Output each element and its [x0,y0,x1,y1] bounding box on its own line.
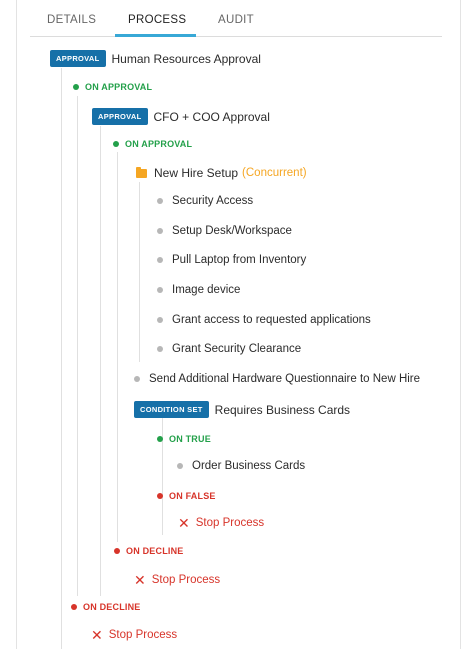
status-dot-icon [157,436,163,442]
status-dot-icon [71,604,77,610]
hr-approval-node[interactable]: APPROVAL Human Resources Approval [50,50,261,67]
tab-details[interactable]: DETAILS [47,14,96,26]
status-dot-icon [114,548,120,554]
status-dot-icon [157,493,163,499]
stop-process-node[interactable]: ✕ Stop Process [178,516,264,530]
on-false-branch[interactable]: ON FALSE [157,491,216,501]
status-dot-icon [157,346,163,352]
branch-label: ON DECLINE [83,602,141,612]
status-dot-icon [157,228,163,234]
on-decline-branch[interactable]: ON DECLINE [114,546,184,556]
status-dot-icon [157,317,163,323]
on-decline-branch[interactable]: ON DECLINE [71,602,141,612]
branch-label: ON FALSE [169,491,216,501]
branch-label: ON APPROVAL [125,139,193,149]
stop-process-node[interactable]: ✕ Stop Process [134,573,220,587]
concurrent-label: (Concurrent) [242,167,307,179]
task-item[interactable]: Image device [157,284,240,296]
tree-guide-line [100,126,101,596]
hr-approval-title: Human Resources Approval [111,51,261,66]
tab-audit[interactable]: AUDIT [218,14,254,26]
task-item[interactable]: Grant access to requested applications [157,314,371,326]
tree-guide-line [61,68,62,649]
task-item[interactable]: Setup Desk/Workspace [157,225,292,237]
task-item[interactable]: Grant Security Clearance [157,343,301,355]
stop-x-icon: ✕ [91,627,103,643]
stop-x-icon: ✕ [178,515,190,531]
approval-badge: APPROVAL [92,108,148,125]
cfo-coo-approval-node[interactable]: APPROVAL CFO + COO Approval [92,108,270,125]
tree-guide-line [139,182,140,362]
tab-process[interactable]: PROCESS [128,14,186,26]
task-label: Grant Security Clearance [172,343,302,355]
task-label: Setup Desk/Workspace [172,225,292,237]
active-tab-indicator [115,34,196,37]
task-item[interactable]: Order Business Cards [177,460,305,472]
task-label: Send Additional Hardware Questionnaire t… [149,373,421,385]
tree-guide-line [162,405,163,535]
task-item[interactable]: Security Access [157,195,253,207]
stop-process-label: Stop Process [108,629,178,641]
branch-label: ON TRUE [169,434,211,444]
status-dot-icon [157,198,163,204]
branch-label: ON APPROVAL [85,82,153,92]
stop-process-label: Stop Process [151,574,221,586]
status-dot-icon [177,463,183,469]
task-label: Grant access to requested applications [172,314,371,326]
stop-process-node[interactable]: ✕ Stop Process [91,628,177,642]
status-dot-icon [113,141,119,147]
condition-set-title: Requires Business Cards [214,402,351,417]
condition-set-badge: CONDITION SET [134,401,209,418]
stop-process-label: Stop Process [195,517,265,529]
new-hire-setup-node[interactable]: New Hire Setup (Concurrent) [136,166,307,180]
branch-label: ON DECLINE [126,546,184,556]
task-item[interactable]: Pull Laptop from Inventory [157,254,306,266]
stop-x-icon: ✕ [134,572,146,588]
task-label: Order Business Cards [192,460,306,472]
tree-guide-line [77,96,78,596]
folder-icon [136,166,147,178]
on-true-branch[interactable]: ON TRUE [157,434,211,444]
on-approval-branch[interactable]: ON APPROVAL [113,139,192,149]
task-label: Image device [172,284,241,296]
status-dot-icon [157,287,163,293]
on-approval-branch[interactable]: ON APPROVAL [73,82,152,92]
task-label: Pull Laptop from Inventory [172,254,307,266]
task-item[interactable]: Send Additional Hardware Questionnaire t… [134,373,420,385]
status-dot-icon [157,257,163,263]
tree-guide-line [117,152,118,542]
condition-set-node[interactable]: CONDITION SET Requires Business Cards [134,401,350,418]
cfo-coo-approval-title: CFO + COO Approval [153,109,270,124]
tab-bar: DETAILS PROCESS AUDIT [30,0,442,37]
status-dot-icon [134,376,140,382]
approval-badge: APPROVAL [50,50,106,67]
status-dot-icon [73,84,79,90]
task-label: Security Access [172,195,254,207]
new-hire-setup-title: New Hire Setup [154,166,239,180]
